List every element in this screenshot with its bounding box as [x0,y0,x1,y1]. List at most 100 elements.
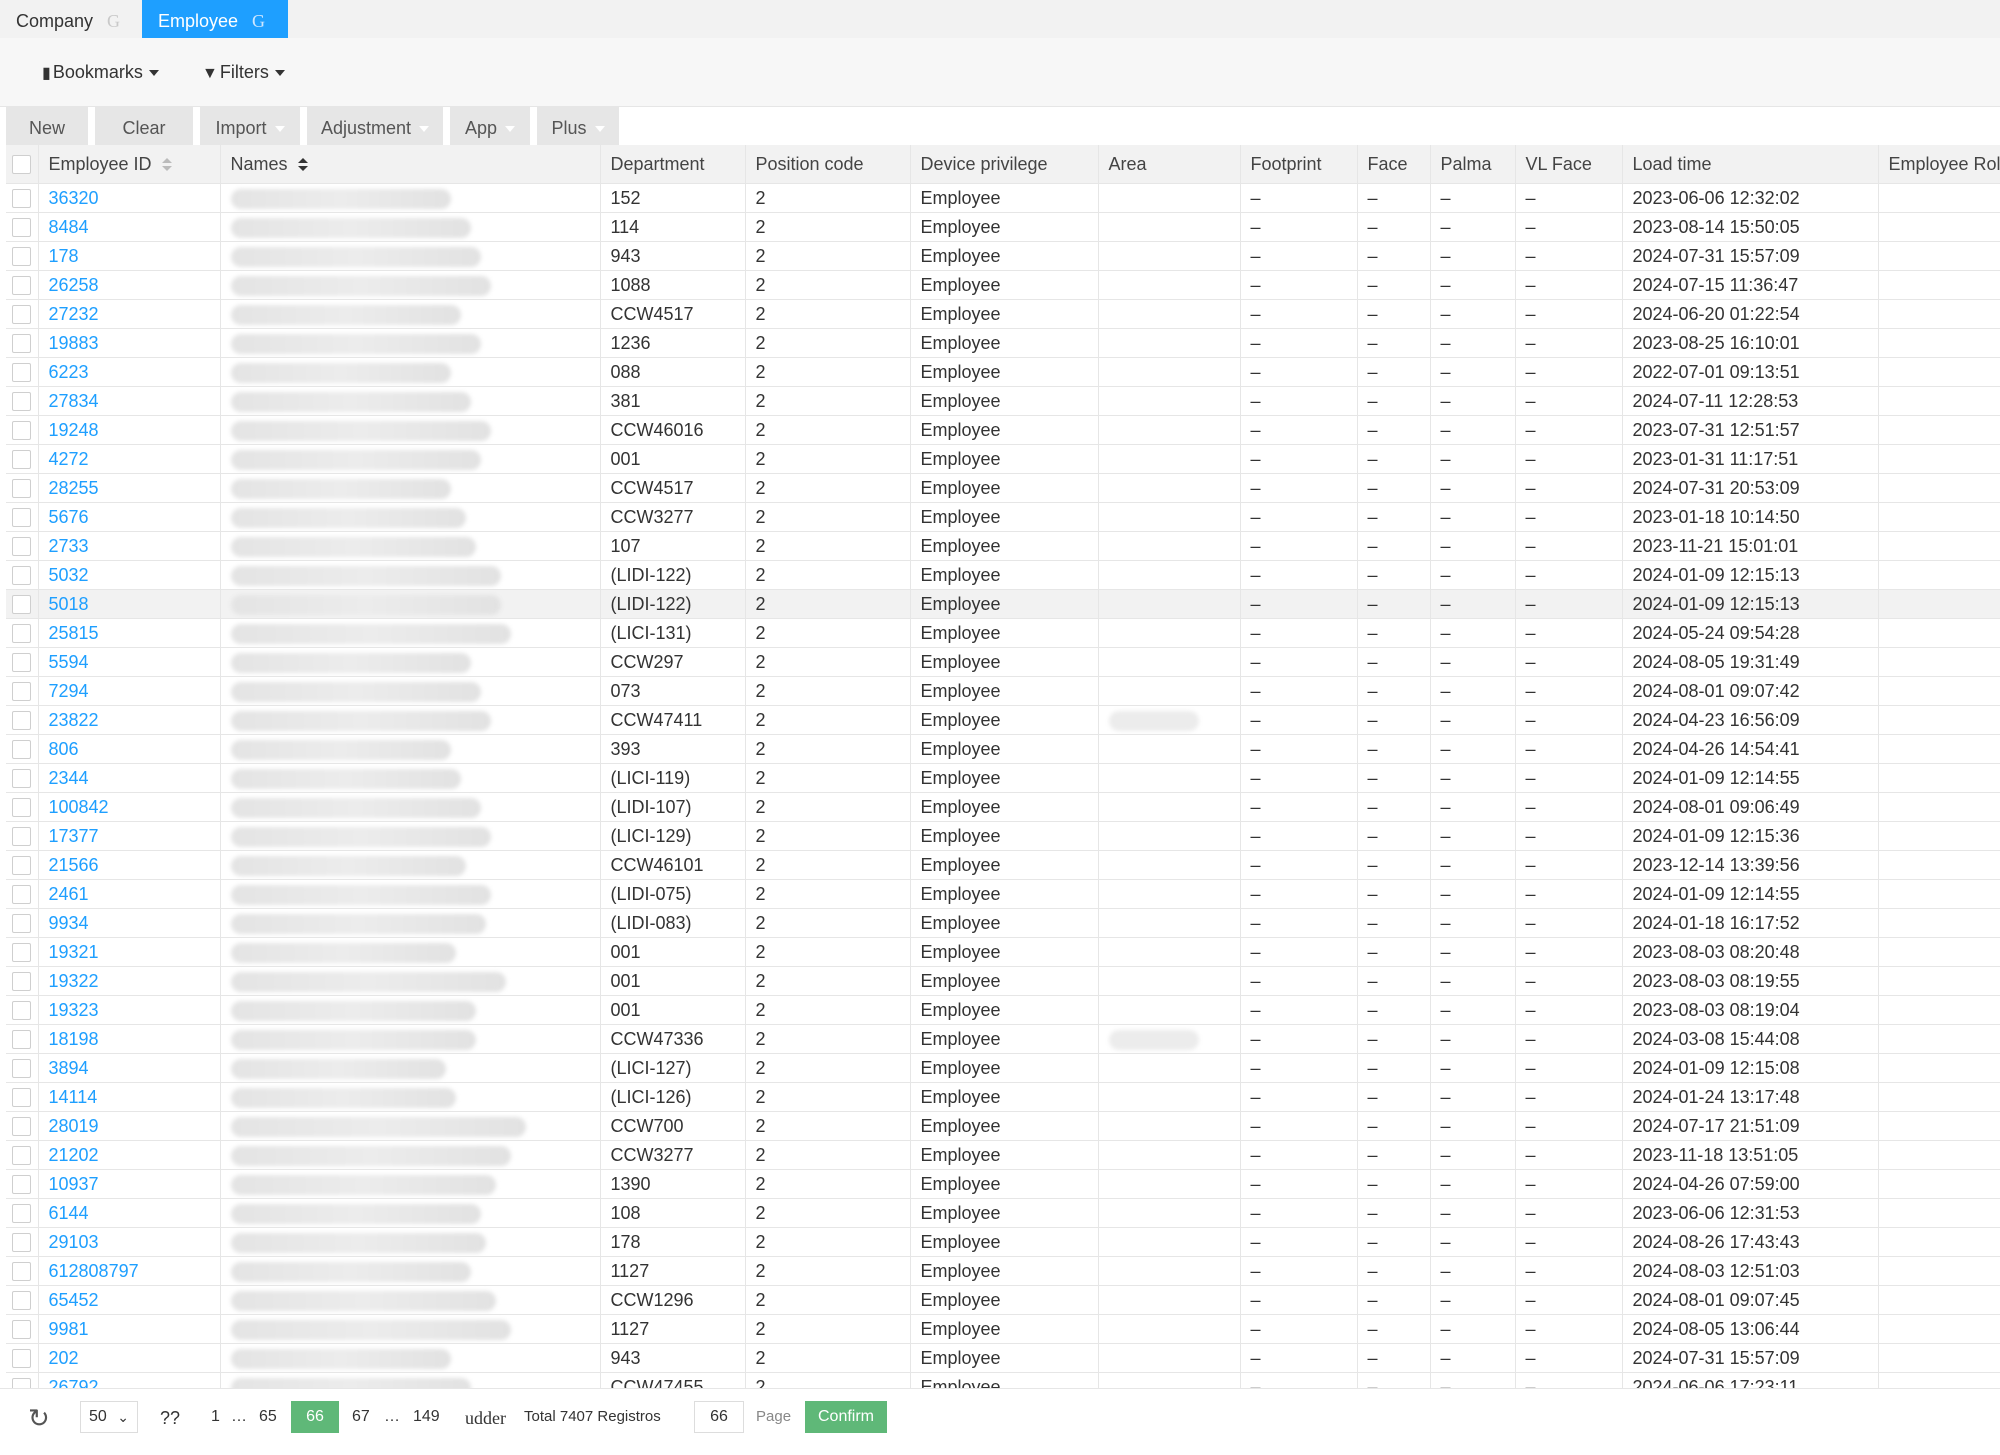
table-row[interactable]: 21566 CCW46101 2 Employee – – – –2023-12-14 13:… [6,850,2000,880]
table-row[interactable]: 9981 1127 2 Employee – – – –2024-08-05 13:06:44 [6,1314,2000,1344]
col-footprint[interactable]: Footprint [1240,145,1358,184]
row-checkbox[interactable] [12,1146,32,1166]
bookmarks-dropdown[interactable]: ▮ Bookmarks [42,62,159,83]
row-checkbox[interactable] [12,1059,32,1079]
filters-dropdown[interactable]: ▼ Filters [202,62,285,83]
close-icon[interactable]: G [252,11,265,31]
row-checkbox[interactable] [12,537,32,557]
table-row[interactable]: 9934 (LIDI-083) 2 Employee – – – –2024-01-18 16… [6,908,2000,938]
row-checkbox[interactable] [12,595,32,615]
col-vl-face[interactable]: VL Face [1515,145,1623,184]
table-row[interactable]: 202 943 2 Employee – – – –2024-07-31 15:57:09 [6,1343,2000,1373]
employee-id-link[interactable]: 65452 [49,1290,99,1310]
table-row[interactable]: 14114 (LICI-126) 2 Employee – – – –2024-01-24 1… [6,1082,2000,1112]
row-checkbox[interactable] [12,566,32,586]
employee-id-link[interactable]: 25815 [49,623,99,643]
employee-id-link[interactable]: 9981 [49,1319,89,1339]
table-row[interactable]: 19321 001 2 Employee – – – –2023-08-03 08:20:48 [6,937,2000,967]
table-row[interactable]: 10937 1390 2 Employee – – – –2024-04-26 07:59:0… [6,1169,2000,1199]
row-checkbox[interactable] [12,885,32,905]
table-row[interactable]: 5594 CCW297 2 Employee – – – –2024-08-05 19:31:… [6,647,2000,677]
table-row[interactable]: 28255 CCW4517 2 Employee – – – –2024-07-31 20:5… [6,473,2000,503]
row-checkbox[interactable] [12,740,32,760]
employee-id-link[interactable]: 3894 [49,1058,89,1078]
col-department[interactable]: Department [600,145,746,184]
table-row[interactable]: 19322 001 2 Employee – – – –2023-08-03 08:19:55 [6,966,2000,996]
import-button[interactable]: Import [200,107,300,145]
row-checkbox[interactable] [12,247,32,267]
page-current[interactable]: 66 [291,1401,339,1433]
table-row[interactable]: 3894 (LICI-127) 2 Employee – – – –2024-01-09 12… [6,1053,2000,1083]
employee-id-link[interactable]: 5594 [49,652,89,672]
table-row[interactable]: 36320 152 2 Employee – – – –2023-06-06 12:32:02 [6,183,2000,213]
table-row[interactable]: 25815 (LICI-131) 2 Employee – – – –2024-05-24 0… [6,618,2000,648]
refresh-icon[interactable]: ↻ [28,1403,50,1434]
table-row[interactable]: 178 943 2 Employee – – – –2024-07-31 15:57:09 [6,241,2000,271]
row-checkbox[interactable] [12,218,32,238]
sort-icon[interactable] [297,157,308,172]
sort-icon[interactable] [161,157,172,172]
table-row[interactable]: 26258 1088 2 Employee – – – –2024-07-15 11:36:4… [6,270,2000,300]
employee-id-link[interactable]: 29103 [49,1232,99,1252]
table-row[interactable]: 6144 108 2 Employee – – – –2023-06-06 12:31:53 [6,1198,2000,1228]
table-row[interactable]: 4272 001 2 Employee – – – –2023-01-31 11:17:51 [6,444,2000,474]
row-checkbox[interactable] [12,421,32,441]
row-checkbox[interactable] [12,1175,32,1195]
table-row[interactable]: 5018 (LIDI-122) 2 Employee – – – –2024-01-09 12… [6,589,2000,619]
table-row[interactable]: 21202 CCW3277 2 Employee – – – –2023-11-18 13:5… [6,1140,2000,1170]
row-checkbox[interactable] [12,1291,32,1311]
table-row[interactable]: 18198 CCW47336 2 Employee – – – –2024-03-08 15:… [6,1024,2000,1054]
row-checkbox[interactable] [12,624,32,644]
employee-id-link[interactable]: 806 [49,739,79,759]
employee-id-link[interactable]: 21202 [49,1145,99,1165]
employee-id-link[interactable]: 2733 [49,536,89,556]
employee-id-link[interactable]: 21566 [49,855,99,875]
col-employee-role[interactable]: Employee Rol [1878,145,2000,184]
col-employee-id[interactable]: Employee ID [38,145,221,184]
table-row[interactable]: 2344 (LICI-119) 2 Employee – – – –2024-01-09 12… [6,763,2000,793]
employee-id-link[interactable]: 612808797 [49,1261,139,1281]
employee-id-link[interactable]: 19321 [49,942,99,962]
tab-company[interactable]: Company G [0,0,136,38]
row-checkbox[interactable] [12,1088,32,1108]
row-checkbox[interactable] [12,305,32,325]
employee-id-link[interactable]: 28255 [49,478,99,498]
table-row[interactable]: 23822 CCW47411 2 Employee – – – –2024-04-23 16:… [6,705,2000,735]
row-checkbox[interactable] [12,334,32,354]
employee-id-link[interactable]: 6144 [49,1203,89,1223]
table-row[interactable]: 5032 (LIDI-122) 2 Employee – – – –2024-01-09 12… [6,560,2000,590]
employee-id-link[interactable]: 202 [49,1348,79,1368]
employee-id-link[interactable]: 178 [49,246,79,266]
table-row[interactable]: 100842 (LIDI-107) 2 Employee – – – –2024-08-01 … [6,792,2000,822]
employee-id-link[interactable]: 2461 [49,884,89,904]
col-palma[interactable]: Palma [1430,145,1516,184]
table-row[interactable]: 17377 (LICI-129) 2 Employee – – – –2024-01-09 1… [6,821,2000,851]
employee-id-link[interactable]: 14114 [49,1087,98,1107]
row-checkbox[interactable] [12,1117,32,1137]
employee-id-link[interactable]: 26258 [49,275,99,295]
tab-employee[interactable]: Employee G [142,0,288,38]
row-checkbox[interactable] [12,1001,32,1021]
adjustment-button[interactable]: Adjustment [307,107,443,145]
page-last-link[interactable]: 149 [413,1408,440,1426]
col-position-code[interactable]: Position code [745,145,911,184]
row-checkbox[interactable] [12,392,32,412]
table-row[interactable]: 65452 CCW1296 2 Employee – – – –2024-08-01 09:0… [6,1285,2000,1315]
employee-id-link[interactable]: 27834 [49,391,99,411]
employee-id-link[interactable]: 36320 [49,188,99,208]
select-all-checkbox[interactable] [12,155,32,175]
employee-id-link[interactable]: 5018 [49,594,89,614]
clear-button[interactable]: Clear [95,107,193,145]
employee-id-link[interactable]: 19248 [49,420,99,440]
row-checkbox[interactable] [12,1320,32,1340]
row-checkbox[interactable] [12,276,32,296]
plus-button[interactable]: Plus [537,107,619,145]
employee-id-link[interactable]: 23822 [49,710,99,730]
employee-id-link[interactable]: 10937 [49,1174,99,1194]
new-button[interactable]: New [6,107,88,145]
row-checkbox[interactable] [12,856,32,876]
table-row[interactable]: 7294 073 2 Employee – – – –2024-08-01 09:07:42 [6,676,2000,706]
table-row[interactable]: 8484 114 2 Employee – – – –2023-08-14 15:50:05 [6,212,2000,242]
row-checkbox[interactable] [12,508,32,528]
employee-id-link[interactable]: 17377 [49,826,99,846]
